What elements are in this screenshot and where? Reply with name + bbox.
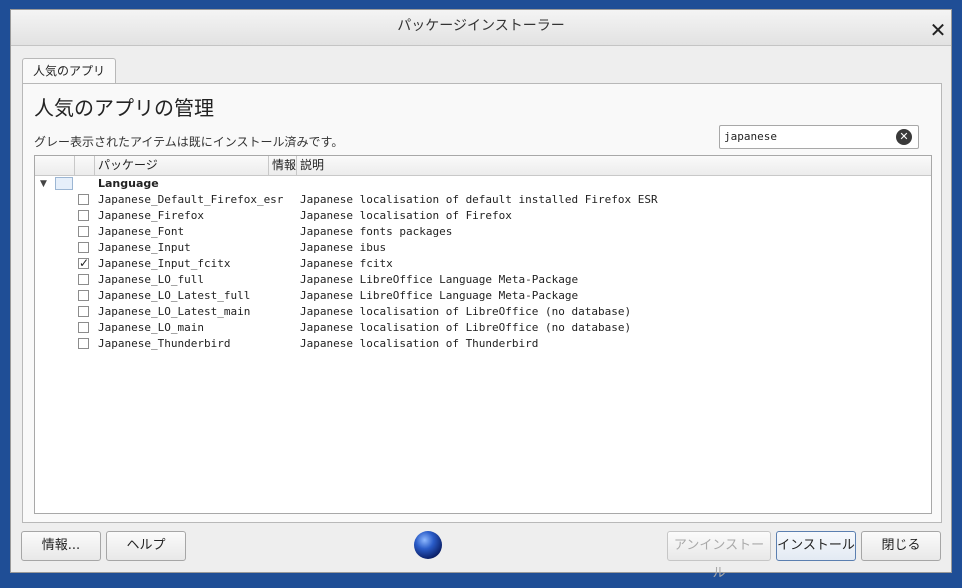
package-checkbox[interactable]: [78, 274, 89, 285]
table-row[interactable]: Japanese_LO_Latest_main Japanese localisa…: [35, 304, 931, 320]
installed-note: グレー表示されたアイテムは既にインストール済みです。: [34, 135, 344, 149]
package-description: Japanese LibreOffice Language Meta-Packa…: [300, 289, 579, 302]
package-name: Japanese_LO_Latest_full: [98, 289, 251, 302]
close-window-icon[interactable]: ✕: [928, 20, 948, 40]
table-row[interactable]: Japanese_Font Japanese fonts packages: [35, 224, 931, 240]
close-button[interactable]: 閉じる: [861, 531, 941, 561]
table-row[interactable]: Japanese_Firefox Japanese localisation of…: [35, 208, 931, 224]
uninstall-button[interactable]: アンインストール: [667, 531, 771, 581]
package-checkbox[interactable]: [78, 322, 89, 333]
table-row[interactable]: Japanese_LO_main Japanese localisation of…: [35, 320, 931, 336]
package-installer-window: パッケージインストーラー ✕ 人気のアプリ 人気のアプリの管理 グレー表示された…: [10, 9, 952, 581]
header-check: [75, 156, 95, 175]
clear-icon[interactable]: ✕: [896, 129, 912, 145]
package-tree[interactable]: パッケージ 情報 説明 ▼ Language Japanese_Default_…: [34, 155, 932, 514]
group-row-language[interactable]: ▼ Language: [35, 176, 931, 192]
install-button[interactable]: インストール: [776, 531, 856, 561]
tab-popular-apps[interactable]: 人気のアプリ: [22, 58, 116, 84]
search-value: japanese: [724, 130, 777, 143]
package-checkbox[interactable]: [78, 290, 89, 301]
table-row[interactable]: Japanese_Input Japanese ibus: [35, 240, 931, 256]
package-name: Japanese_LO_main: [98, 321, 204, 334]
package-name: Japanese_LO_full: [98, 273, 204, 286]
package-name: Japanese_Default_Firefox_esr: [98, 193, 284, 206]
header-description[interactable]: 説明: [297, 156, 931, 175]
table-row[interactable]: ✓ Japanese_Input_fcitx Japanese fcitx: [35, 256, 931, 272]
package-checkbox[interactable]: [78, 210, 89, 221]
globe-icon: [414, 531, 442, 559]
help-button[interactable]: ヘルプ: [106, 531, 186, 561]
page-title: 人気のアプリの管理: [34, 96, 214, 120]
package-description: Japanese ibus: [300, 241, 387, 254]
expander-down-icon[interactable]: ▼: [40, 176, 47, 192]
package-name: Japanese_Thunderbird: [98, 337, 231, 350]
table-row[interactable]: Japanese_Default_Firefox_esr Japanese loc…: [35, 192, 931, 208]
package-name: Japanese_Input_fcitx: [98, 257, 231, 270]
group-checkbox[interactable]: [55, 177, 73, 190]
package-description: Japanese localisation of LibreOffice (no…: [300, 305, 632, 318]
package-name: Japanese_Input: [98, 241, 191, 254]
info-button[interactable]: 情報...: [21, 531, 101, 561]
package-checkbox[interactable]: [78, 242, 89, 253]
package-description: Japanese fcitx: [300, 257, 393, 270]
window-title: パッケージインストーラー: [397, 18, 565, 34]
package-checkbox[interactable]: ✓: [78, 257, 89, 269]
search-input[interactable]: japanese ✕: [719, 125, 919, 149]
package-checkbox[interactable]: [78, 338, 89, 349]
package-description: Japanese localisation of Thunderbird: [300, 337, 539, 350]
group-label: Language: [98, 177, 159, 190]
package-description: Japanese localisation of Firefox: [300, 209, 512, 222]
package-description: Japanese localisation of default install…: [300, 193, 658, 206]
package-name: Japanese_Firefox: [98, 209, 204, 222]
package-name: Japanese_Font: [98, 225, 185, 238]
title-bar[interactable]: パッケージインストーラー ✕: [11, 10, 951, 46]
package-description: Japanese fonts packages: [300, 225, 453, 238]
package-name: Japanese_LO_Latest_main: [98, 305, 251, 318]
header-package[interactable]: パッケージ: [95, 156, 269, 175]
column-header: パッケージ 情報 説明: [35, 156, 931, 176]
table-row[interactable]: Japanese_LO_full Japanese LibreOffice Lan…: [35, 272, 931, 288]
package-description: Japanese LibreOffice Language Meta-Packa…: [300, 273, 579, 286]
package-checkbox[interactable]: [78, 226, 89, 237]
package-checkbox[interactable]: [78, 194, 89, 205]
table-row[interactable]: Japanese_LO_Latest_full Japanese LibreOff…: [35, 288, 931, 304]
header-info[interactable]: 情報: [269, 156, 297, 175]
package-description: Japanese localisation of LibreOffice (no…: [300, 321, 632, 334]
main-panel: 人気のアプリの管理 グレー表示されたアイテムは既にインストール済みです。 jap…: [22, 83, 942, 523]
header-expander: [35, 156, 75, 175]
package-checkbox[interactable]: [78, 306, 89, 317]
table-row[interactable]: Japanese_Thunderbird Japanese localisatio…: [35, 336, 931, 352]
